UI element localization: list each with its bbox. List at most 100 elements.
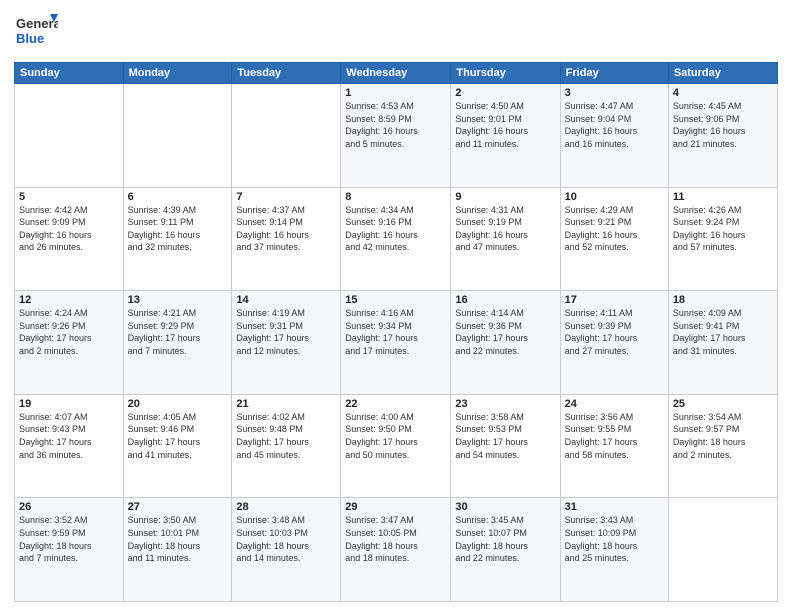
day-number: 8 xyxy=(345,191,446,203)
day-number: 27 xyxy=(128,501,228,513)
day-detail: Sunrise: 4:45 AM Sunset: 9:06 PM Dayligh… xyxy=(673,100,773,150)
col-header-friday: Friday xyxy=(560,63,668,84)
day-cell: 17Sunrise: 4:11 AM Sunset: 9:39 PM Dayli… xyxy=(560,291,668,395)
header: General Blue xyxy=(14,10,778,54)
day-number: 2 xyxy=(455,87,555,99)
day-cell: 27Sunrise: 3:50 AM Sunset: 10:01 PM Dayl… xyxy=(123,498,232,602)
day-cell: 7Sunrise: 4:37 AM Sunset: 9:14 PM Daylig… xyxy=(232,187,341,291)
day-number: 21 xyxy=(236,398,336,410)
day-detail: Sunrise: 3:43 AM Sunset: 10:09 PM Daylig… xyxy=(565,514,664,564)
day-detail: Sunrise: 4:37 AM Sunset: 9:14 PM Dayligh… xyxy=(236,204,336,254)
col-header-wednesday: Wednesday xyxy=(341,63,451,84)
calendar-header-row: SundayMondayTuesdayWednesdayThursdayFrid… xyxy=(15,63,778,84)
calendar-body: 1Sunrise: 4:53 AM Sunset: 8:59 PM Daylig… xyxy=(15,84,778,602)
day-number: 18 xyxy=(673,294,773,306)
day-cell: 21Sunrise: 4:02 AM Sunset: 9:48 PM Dayli… xyxy=(232,394,341,498)
day-cell xyxy=(15,84,124,188)
day-number: 14 xyxy=(236,294,336,306)
week-row-5: 26Sunrise: 3:52 AM Sunset: 9:59 PM Dayli… xyxy=(15,498,778,602)
svg-text:General: General xyxy=(16,16,58,31)
day-detail: Sunrise: 4:42 AM Sunset: 9:09 PM Dayligh… xyxy=(19,204,119,254)
day-cell: 6Sunrise: 4:39 AM Sunset: 9:11 PM Daylig… xyxy=(123,187,232,291)
day-number: 19 xyxy=(19,398,119,410)
week-row-1: 1Sunrise: 4:53 AM Sunset: 8:59 PM Daylig… xyxy=(15,84,778,188)
col-header-monday: Monday xyxy=(123,63,232,84)
day-number: 15 xyxy=(345,294,446,306)
day-number: 3 xyxy=(565,87,664,99)
day-detail: Sunrise: 3:48 AM Sunset: 10:03 PM Daylig… xyxy=(236,514,336,564)
day-detail: Sunrise: 4:05 AM Sunset: 9:46 PM Dayligh… xyxy=(128,411,228,461)
day-detail: Sunrise: 4:11 AM Sunset: 9:39 PM Dayligh… xyxy=(565,307,664,357)
day-number: 16 xyxy=(455,294,555,306)
day-cell: 4Sunrise: 4:45 AM Sunset: 9:06 PM Daylig… xyxy=(668,84,777,188)
day-number: 7 xyxy=(236,191,336,203)
day-detail: Sunrise: 3:54 AM Sunset: 9:57 PM Dayligh… xyxy=(673,411,773,461)
day-cell: 5Sunrise: 4:42 AM Sunset: 9:09 PM Daylig… xyxy=(15,187,124,291)
day-cell: 25Sunrise: 3:54 AM Sunset: 9:57 PM Dayli… xyxy=(668,394,777,498)
day-detail: Sunrise: 4:21 AM Sunset: 9:29 PM Dayligh… xyxy=(128,307,228,357)
day-cell: 24Sunrise: 3:56 AM Sunset: 9:55 PM Dayli… xyxy=(560,394,668,498)
day-number: 10 xyxy=(565,191,664,203)
day-number: 23 xyxy=(455,398,555,410)
day-detail: Sunrise: 3:47 AM Sunset: 10:05 PM Daylig… xyxy=(345,514,446,564)
day-cell: 22Sunrise: 4:00 AM Sunset: 9:50 PM Dayli… xyxy=(341,394,451,498)
day-detail: Sunrise: 4:24 AM Sunset: 9:26 PM Dayligh… xyxy=(19,307,119,357)
day-cell: 15Sunrise: 4:16 AM Sunset: 9:34 PM Dayli… xyxy=(341,291,451,395)
day-detail: Sunrise: 4:29 AM Sunset: 9:21 PM Dayligh… xyxy=(565,204,664,254)
day-detail: Sunrise: 4:07 AM Sunset: 9:43 PM Dayligh… xyxy=(19,411,119,461)
day-number: 24 xyxy=(565,398,664,410)
day-number: 13 xyxy=(128,294,228,306)
day-detail: Sunrise: 4:47 AM Sunset: 9:04 PM Dayligh… xyxy=(565,100,664,150)
day-number: 17 xyxy=(565,294,664,306)
day-detail: Sunrise: 4:31 AM Sunset: 9:19 PM Dayligh… xyxy=(455,204,555,254)
day-number: 4 xyxy=(673,87,773,99)
day-cell: 30Sunrise: 3:45 AM Sunset: 10:07 PM Dayl… xyxy=(451,498,560,602)
day-number: 11 xyxy=(673,191,773,203)
day-detail: Sunrise: 4:50 AM Sunset: 9:01 PM Dayligh… xyxy=(455,100,555,150)
week-row-2: 5Sunrise: 4:42 AM Sunset: 9:09 PM Daylig… xyxy=(15,187,778,291)
day-detail: Sunrise: 4:53 AM Sunset: 8:59 PM Dayligh… xyxy=(345,100,446,150)
col-header-tuesday: Tuesday xyxy=(232,63,341,84)
day-cell: 31Sunrise: 3:43 AM Sunset: 10:09 PM Dayl… xyxy=(560,498,668,602)
day-cell: 14Sunrise: 4:19 AM Sunset: 9:31 PM Dayli… xyxy=(232,291,341,395)
day-detail: Sunrise: 3:52 AM Sunset: 9:59 PM Dayligh… xyxy=(19,514,119,564)
day-cell: 3Sunrise: 4:47 AM Sunset: 9:04 PM Daylig… xyxy=(560,84,668,188)
day-number: 25 xyxy=(673,398,773,410)
col-header-saturday: Saturday xyxy=(668,63,777,84)
day-detail: Sunrise: 4:26 AM Sunset: 9:24 PM Dayligh… xyxy=(673,204,773,254)
day-number: 20 xyxy=(128,398,228,410)
day-number: 22 xyxy=(345,398,446,410)
day-detail: Sunrise: 3:50 AM Sunset: 10:01 PM Daylig… xyxy=(128,514,228,564)
page: General Blue SundayMondayTuesdayWednesda… xyxy=(0,0,792,612)
svg-text:Blue: Blue xyxy=(16,31,44,46)
day-cell: 9Sunrise: 4:31 AM Sunset: 9:19 PM Daylig… xyxy=(451,187,560,291)
day-detail: Sunrise: 4:00 AM Sunset: 9:50 PM Dayligh… xyxy=(345,411,446,461)
day-cell xyxy=(123,84,232,188)
day-detail: Sunrise: 4:19 AM Sunset: 9:31 PM Dayligh… xyxy=(236,307,336,357)
day-cell: 19Sunrise: 4:07 AM Sunset: 9:43 PM Dayli… xyxy=(15,394,124,498)
logo: General Blue xyxy=(14,10,58,54)
day-number: 12 xyxy=(19,294,119,306)
day-number: 29 xyxy=(345,501,446,513)
day-cell: 16Sunrise: 4:14 AM Sunset: 9:36 PM Dayli… xyxy=(451,291,560,395)
day-cell: 18Sunrise: 4:09 AM Sunset: 9:41 PM Dayli… xyxy=(668,291,777,395)
day-number: 31 xyxy=(565,501,664,513)
day-cell: 28Sunrise: 3:48 AM Sunset: 10:03 PM Dayl… xyxy=(232,498,341,602)
day-cell: 8Sunrise: 4:34 AM Sunset: 9:16 PM Daylig… xyxy=(341,187,451,291)
logo-svg: General Blue xyxy=(14,10,58,54)
day-detail: Sunrise: 4:14 AM Sunset: 9:36 PM Dayligh… xyxy=(455,307,555,357)
day-number: 5 xyxy=(19,191,119,203)
day-cell: 29Sunrise: 3:47 AM Sunset: 10:05 PM Dayl… xyxy=(341,498,451,602)
week-row-4: 19Sunrise: 4:07 AM Sunset: 9:43 PM Dayli… xyxy=(15,394,778,498)
day-cell: 12Sunrise: 4:24 AM Sunset: 9:26 PM Dayli… xyxy=(15,291,124,395)
day-detail: Sunrise: 4:34 AM Sunset: 9:16 PM Dayligh… xyxy=(345,204,446,254)
day-cell: 23Sunrise: 3:58 AM Sunset: 9:53 PM Dayli… xyxy=(451,394,560,498)
day-cell: 26Sunrise: 3:52 AM Sunset: 9:59 PM Dayli… xyxy=(15,498,124,602)
day-cell xyxy=(232,84,341,188)
day-number: 6 xyxy=(128,191,228,203)
day-detail: Sunrise: 3:58 AM Sunset: 9:53 PM Dayligh… xyxy=(455,411,555,461)
day-detail: Sunrise: 4:16 AM Sunset: 9:34 PM Dayligh… xyxy=(345,307,446,357)
day-number: 26 xyxy=(19,501,119,513)
day-number: 30 xyxy=(455,501,555,513)
day-detail: Sunrise: 3:45 AM Sunset: 10:07 PM Daylig… xyxy=(455,514,555,564)
